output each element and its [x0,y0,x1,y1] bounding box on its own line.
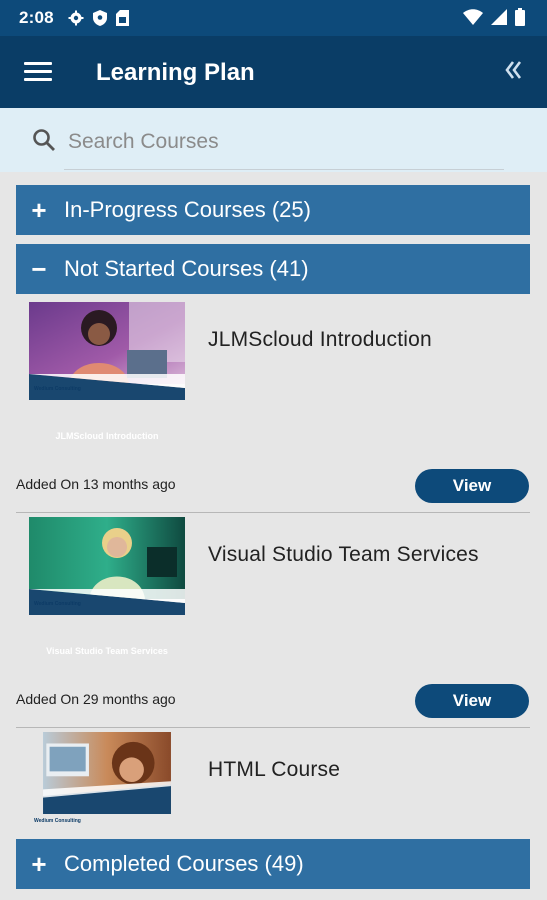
thumbnail-caption: JLMScloud Introduction [55,431,159,441]
course-thumbnail[interactable]: Wedium Consulting Visual Studio Team Ser… [29,517,185,673]
menu-icon[interactable] [24,62,52,82]
section-in-progress[interactable]: + In-Progress Courses (25) [16,185,530,235]
expand-icon: + [31,195,47,225]
thumbnail-caption: Visual Studio Team Services [46,646,168,656]
page-title: Learning Plan [96,59,255,86]
app-bar: Learning Plan [0,36,547,108]
brand-logo-text: Wedium Consulting [34,386,81,392]
brand-logo-text: Wedium Consulting [34,601,81,607]
search-icon [33,129,55,151]
section-label: Not Started Courses (41) [64,256,309,281]
search-underline [64,169,504,170]
section-label: In-Progress Courses (25) [64,197,311,222]
brand-logo-text: Wedium Consulting [34,818,81,824]
status-time: 2:08 [19,8,54,27]
section-label: Completed Courses (49) [64,851,304,876]
section-completed[interactable]: + Completed Courses (49) [16,839,530,889]
course-title[interactable]: JLMScloud Introduction [208,328,432,352]
signal-icon [491,9,507,25]
search-input[interactable] [66,122,510,162]
double-chevron-left-icon[interactable] [505,60,523,80]
course-title[interactable]: HTML Course [208,758,340,782]
course-thumbnail[interactable]: Wedium Consulting [29,732,185,832]
view-button[interactable]: View [415,684,529,718]
shield-icon [92,10,107,26]
status-bar: 2:08 [0,0,547,36]
wifi-icon [463,9,483,25]
search-bar [0,108,547,172]
divider [16,512,530,513]
course-list: + In-Progress Courses (25) − Not Started… [0,172,547,900]
added-on-text: Added On 13 months ago [16,476,176,492]
collapse-icon: − [31,254,47,284]
sim-card-icon [115,10,129,26]
settings-icon [68,10,84,26]
course-thumbnail[interactable]: Wedium Consulting JLMScloud Introduction [29,302,185,458]
battery-icon [515,8,525,26]
expand-icon: + [31,849,47,879]
divider [16,727,530,728]
added-on-text: Added On 29 months ago [16,691,176,707]
section-not-started[interactable]: − Not Started Courses (41) [16,244,530,294]
view-button[interactable]: View [415,469,529,503]
app-screen: 2:08 Learning Plan Search Courses + In-P… [0,0,547,900]
course-title[interactable]: Visual Studio Team Services [208,543,479,567]
